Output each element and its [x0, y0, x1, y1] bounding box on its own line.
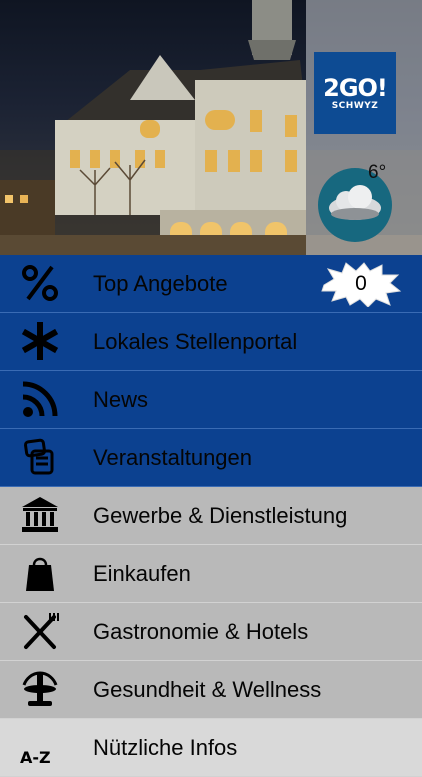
menu-item-label: Einkaufen	[93, 561, 191, 586]
az-icon: A-Z	[18, 727, 62, 767]
menu-item-label: Gewerbe & Dienstleistung	[93, 503, 348, 528]
menu-item-veranstaltungen[interactable]: Veranstaltungen	[0, 429, 422, 487]
brand-title: 2GO!	[323, 74, 388, 102]
menu-item-stellenportal[interactable]: Lokales Stellenportal	[0, 313, 422, 371]
shopping-bag-icon	[18, 553, 62, 593]
offers-count-badge: 0	[320, 261, 402, 308]
brand-logo[interactable]: 2GO! SCHWYZ	[314, 52, 396, 134]
svg-text:A-Z: A-Z	[20, 748, 51, 767]
badge-count: 0	[355, 272, 367, 295]
menu-item-gesundheit[interactable]: Gesundheit & Wellness	[0, 661, 422, 719]
menu-item-label: Gastronomie & Hotels	[93, 619, 309, 644]
ticket-icon	[18, 437, 62, 477]
menu-item-news[interactable]: News	[0, 371, 422, 429]
menu-item-label: Nützliche Infos	[93, 735, 238, 760]
menu-item-einkaufen[interactable]: Einkaufen	[0, 545, 422, 603]
fountain-icon	[18, 669, 62, 709]
brand-subtitle: SCHWYZ	[331, 101, 379, 111]
menu-item-top-angebote[interactable]: Top Angebote 0	[0, 255, 422, 313]
menu-item-label: Lokales Stellenportal	[93, 329, 298, 354]
menu-item-label: Top Angebote	[93, 271, 228, 296]
bank-icon	[18, 495, 62, 535]
asterisk-icon	[18, 321, 62, 361]
fork-knife-icon	[18, 611, 62, 651]
menu-item-nuetzliche-infos[interactable]: A-Z Nützliche Infos	[0, 719, 422, 777]
header-photo: 2GO! SCHWYZ 6°	[0, 0, 422, 255]
percent-icon	[18, 263, 62, 303]
menu-item-label: News	[93, 387, 149, 412]
menu-item-gastronomie[interactable]: Gastronomie & Hotels	[0, 603, 422, 661]
menu-item-gewerbe[interactable]: Gewerbe & Dienstleistung	[0, 487, 422, 545]
menu-item-label: Gesundheit & Wellness	[93, 677, 322, 702]
rss-icon	[18, 379, 62, 419]
menu-item-label: Veranstaltungen	[93, 445, 253, 470]
temperature-label: 6°	[368, 162, 387, 183]
main-menu: Top Angebote 0 Lokales Stellenportal New…	[0, 255, 422, 777]
